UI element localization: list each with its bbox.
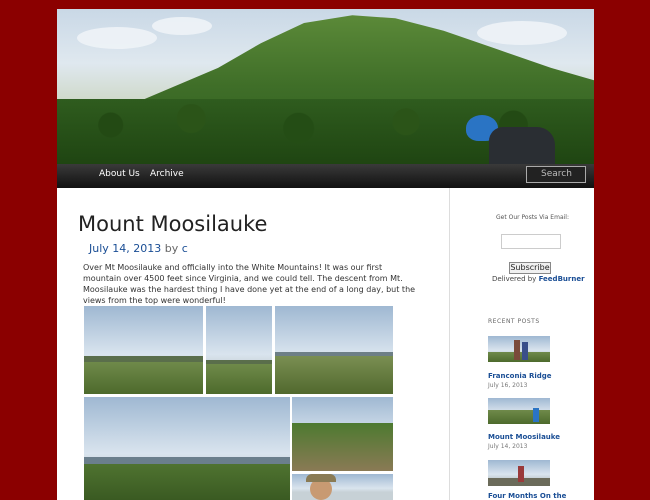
recent-post-thumb-1[interactable]	[488, 336, 550, 362]
nav-bar: About Us Archive	[57, 164, 594, 188]
gallery-photo-1[interactable]	[84, 306, 203, 394]
post-meta: July 14, 2013 by c	[89, 242, 188, 255]
nav-about-us[interactable]: About Us	[99, 169, 140, 179]
feedburner-link[interactable]: FeedBurner	[539, 275, 585, 283]
subscribe-button[interactable]: Subscribe	[509, 262, 551, 274]
post-by: by	[164, 242, 179, 255]
sidebar-divider	[449, 188, 450, 500]
email-signup-label: Get Our Posts Via Email:	[496, 214, 569, 221]
recent-post-thumb-2[interactable]	[488, 398, 550, 424]
search-input[interactable]: Search	[526, 166, 586, 183]
gallery-photo-3[interactable]	[275, 306, 393, 394]
email-field[interactable]	[501, 234, 561, 249]
post-body: Over Mt Moosilauke and officially into t…	[83, 263, 416, 305]
recent-post-link-1[interactable]: Franconia Ridge	[488, 372, 552, 380]
post-author[interactable]: c	[182, 242, 188, 255]
recent-post-link-3[interactable]: Four Months On the	[488, 492, 566, 500]
gallery-photo-2[interactable]	[206, 306, 272, 394]
gallery-photo-5[interactable]	[292, 397, 393, 471]
delivered-by-label: Delivered by	[492, 275, 537, 283]
recent-post-thumb-3[interactable]	[488, 460, 550, 486]
header-image	[57, 9, 594, 164]
recent-post-link-2[interactable]: Mount Moosilauke	[488, 433, 560, 441]
recent-post-date-2: July 14, 2013	[488, 443, 528, 450]
recent-post-date-1: July 16, 2013	[488, 382, 528, 389]
hiker-backpack	[489, 127, 555, 164]
post-date[interactable]: July 14, 2013	[89, 242, 161, 255]
gallery-photo-6[interactable]	[292, 474, 393, 500]
delivered-by: Delivered by FeedBurner	[492, 275, 585, 283]
nav-archive[interactable]: Archive	[150, 169, 184, 179]
recent-posts-heading: RECENT POSTS	[488, 318, 540, 325]
gallery-photo-4[interactable]	[84, 397, 290, 500]
post-title[interactable]: Mount Moosilauke	[78, 212, 267, 236]
